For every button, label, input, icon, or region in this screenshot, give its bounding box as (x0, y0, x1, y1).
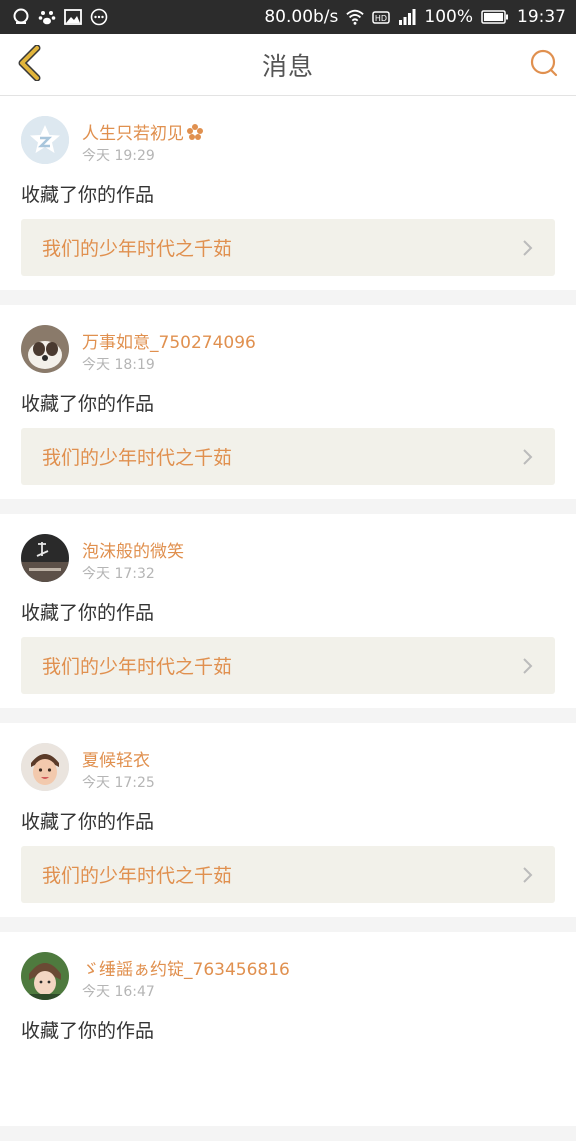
avatar[interactable] (21, 952, 69, 1000)
work-link[interactable]: 我们的少年时代之千茹 (21, 428, 555, 485)
clock: 19:37 (517, 7, 566, 27)
paw-icon (38, 8, 56, 26)
hd-icon: HD (372, 8, 391, 26)
username[interactable]: 万事如意_750274096 (82, 328, 256, 353)
message-time: 今天 19:29 (82, 148, 155, 164)
message-card: 万事如意_750274096 今天 18:19 收藏了你的作品 我们的少年时代之… (0, 305, 576, 499)
back-button[interactable] (10, 44, 50, 86)
wifi-icon (346, 8, 365, 26)
message-time: 今天 16:47 (82, 984, 155, 1000)
flower-icon (186, 123, 204, 146)
chevron-left-icon (17, 44, 43, 85)
work-link[interactable]: 我们的少年时代之千茹 (21, 637, 555, 694)
search-icon (529, 48, 559, 82)
message-time: 今天 17:32 (82, 566, 155, 582)
username[interactable]: 泡沫般的微笑 (82, 537, 184, 562)
search-button[interactable] (526, 46, 562, 84)
message-card: 人生只若初见 今天 19:29 收藏了你的作品 我们的少年时代之千茹 (0, 96, 576, 290)
message-action: 收藏了你的作品 (21, 1020, 155, 1042)
avatar[interactable] (21, 743, 69, 791)
work-title: 我们的少年时代之千茹 (42, 238, 233, 260)
chevron-right-icon (521, 447, 535, 467)
message-action: 收藏了你的作品 (21, 602, 155, 624)
message-action: 收藏了你的作品 (21, 393, 155, 415)
message-card: ゞ缍謡ぁ约锭_763456816 今天 16:47 收藏了你的作品 (0, 932, 576, 1126)
battery-icon (481, 8, 509, 26)
avatar[interactable] (21, 116, 69, 164)
more-icon (90, 8, 108, 26)
image-icon (64, 8, 82, 26)
work-link[interactable]: 我们的少年时代之千茹 (21, 219, 555, 276)
work-title: 我们的少年时代之千茹 (42, 656, 233, 678)
message-time: 今天 17:25 (82, 775, 155, 791)
avatar[interactable] (21, 325, 69, 373)
work-title: 我们的少年时代之千茹 (42, 447, 233, 469)
status-bar: 80.00b/s HD 100% 19:37 (0, 0, 576, 34)
header: 消息 (0, 34, 576, 96)
work-title: 我们的少年时代之千茹 (42, 865, 233, 887)
message-list: 人生只若初见 今天 19:29 收藏了你的作品 我们的少年时代之千茹 万事如意_… (0, 96, 576, 1141)
message-card: 夏候轻衣 今天 17:25 收藏了你的作品 我们的少年时代之千茹 (0, 723, 576, 917)
qq-icon (12, 8, 30, 26)
chevron-right-icon (521, 656, 535, 676)
chevron-right-icon (521, 238, 535, 258)
message-action: 收藏了你的作品 (21, 811, 155, 833)
svg-text:HD: HD (375, 14, 387, 23)
username[interactable]: ゞ缍謡ぁ约锭_763456816 (82, 955, 290, 980)
message-card: 泡沫般的微笑 今天 17:32 收藏了你的作品 我们的少年时代之千茹 (0, 514, 576, 708)
chevron-right-icon (521, 865, 535, 885)
status-bar-left (12, 8, 108, 26)
status-bar-right: 80.00b/s HD 100% 19:37 (264, 7, 566, 27)
avatar[interactable] (21, 534, 69, 582)
username[interactable]: 人生只若初见 (82, 119, 204, 146)
page-title: 消息 (261, 51, 314, 81)
username[interactable]: 夏候轻衣 (82, 746, 150, 771)
work-link[interactable]: 我们的少年时代之千茹 (21, 846, 555, 903)
message-time: 今天 18:19 (82, 357, 155, 373)
message-action: 收藏了你的作品 (21, 184, 155, 206)
signal-icon (398, 8, 416, 26)
network-speed: 80.00b/s (264, 7, 339, 27)
battery-percent: 100% (424, 7, 473, 27)
